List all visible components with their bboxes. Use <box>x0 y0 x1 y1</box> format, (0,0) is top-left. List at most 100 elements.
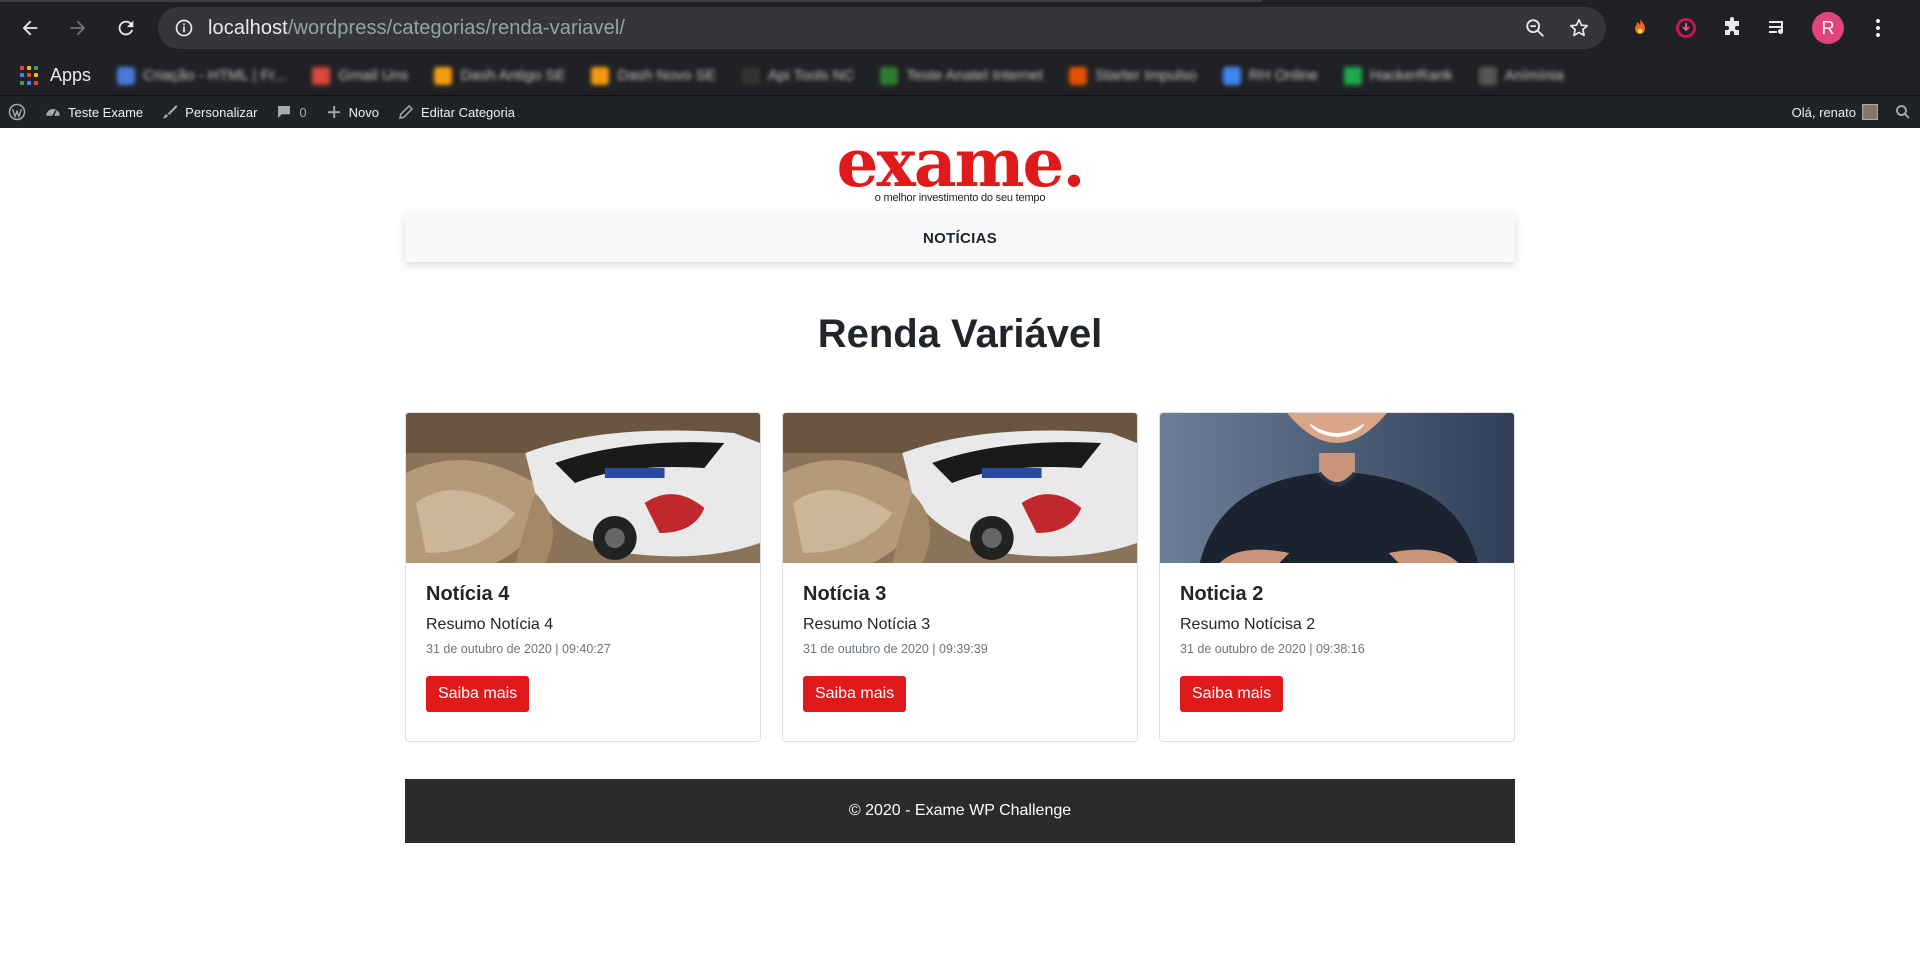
bookmark-item[interactable]: Dash Novo SE <box>591 66 716 85</box>
bookmark-apps-label: Apps <box>50 65 92 85</box>
bookmark-favicon-icon <box>591 66 610 85</box>
bookmark-label: Api Tools NC <box>767 67 855 84</box>
arrow-right-icon <box>70 20 86 36</box>
post-card: Noticia 2 Resumo Notícisa 2 31 de outubro … <box>1159 412 1515 742</box>
post-summary: Resumo Notícia 4 <box>426 616 554 633</box>
post-card-body: Noticia 2 Resumo Notícisa 2 31 de outubro … <box>1160 563 1514 732</box>
category-title: Renda Variável <box>817 312 1103 356</box>
post-card-body: Notícia 3 Resumo Notícia 3 31 de outubro d… <box>783 563 1137 732</box>
brush-icon <box>163 105 178 119</box>
extensions-area: R <box>1628 12 1890 44</box>
bookmark-favicon-icon <box>1344 66 1362 85</box>
bookmark-item[interactable]: Gmail Uns <box>312 66 409 85</box>
url-path: /wordpress/categorias/renda-variavel/ <box>287 16 626 39</box>
footer-copyright: © 2020 - Exame WP Challenge <box>848 802 1072 819</box>
bookmark-label: Criação - HTML | Fr... <box>143 67 287 84</box>
wp-logo-menu[interactable] <box>8 103 26 121</box>
browser-toolbar: localhost/wordpress/categorias/renda-var… <box>0 0 1920 56</box>
bookmark-favicon-icon <box>741 66 760 85</box>
comments-count: 0 <box>299 104 307 120</box>
bookmark-item[interactable]: RH Online <box>1222 66 1318 85</box>
bookmark-item[interactable]: HackerRank <box>1344 66 1453 85</box>
post-card: Notícia 3 Resumo Notícia 3 31 de outubro d… <box>782 412 1138 742</box>
adminbar-my-account[interactable]: Olá, renato <box>1792 104 1878 120</box>
post-thumbnail[interactable] <box>406 413 760 563</box>
bookmark-item[interactable]: Criação - HTML | Fr... <box>117 66 287 85</box>
puzzle-extensions-icon[interactable] <box>1720 16 1744 40</box>
bookmark-favicon-icon <box>880 66 899 85</box>
site-header: exame. o melhor investimento do seu temp… <box>0 128 1920 214</box>
site-footer: © 2020 - Exame WP Challenge <box>405 779 1515 843</box>
read-more-button[interactable]: Saiba mais <box>1180 676 1284 712</box>
kebab-menu-icon[interactable] <box>1866 16 1890 40</box>
read-more-button[interactable]: Saiba mais <box>426 676 530 712</box>
bookmark-item[interactable]: Starter Impulso <box>1069 66 1197 85</box>
bookmark-label: Teste Anatel Internet <box>906 67 1044 84</box>
post-thumbnail[interactable] <box>1160 413 1514 563</box>
bookmark-favicon-icon <box>1478 66 1497 85</box>
url-host: localhost <box>208 16 288 39</box>
dashboard-icon <box>46 109 60 117</box>
post-date: 31 de outubro de 2020 | 09:39:39 <box>803 642 988 656</box>
post-summary: Resumo Notícisa 2 <box>1180 616 1316 633</box>
bookmark-favicon-icon <box>312 66 331 85</box>
site-logo[interactable]: exame. <box>0 130 1920 196</box>
reload-icon <box>118 20 134 36</box>
post-thumbnail[interactable] <box>783 413 1137 563</box>
bookmark-favicon-icon <box>117 66 136 85</box>
read-more-button[interactable]: Saiba mais <box>803 676 907 712</box>
greeting-label: Olá, renato <box>1791 104 1856 120</box>
site-name-label: Teste Exame <box>68 104 144 120</box>
reload-button[interactable] <box>106 8 146 48</box>
plus-icon <box>327 106 340 118</box>
post-date: 31 de outubro de 2020 | 09:38:16 <box>1180 642 1365 656</box>
edit-category-label: Editar Categoria <box>421 104 515 120</box>
post-grid: Notícia 4 Resumo Notícia 4 31 de outubro d… <box>405 412 1515 742</box>
arrow-left-icon <box>22 20 38 36</box>
main-navigation: NOTÍCIAS <box>405 214 1515 262</box>
tab-strip-line <box>0 0 1262 2</box>
star-icon[interactable] <box>1568 17 1590 39</box>
bookmark-favicon-icon <box>1222 66 1241 85</box>
nav-item-noticias[interactable]: NOTÍCIAS <box>923 230 997 247</box>
bookmark-item[interactable]: Dash Antigo SE <box>434 66 566 85</box>
adminbar-comments[interactable]: 0 <box>275 103 307 121</box>
pencil-icon <box>399 104 414 119</box>
bookmark-list: Criação - HTML | Fr... Gmail Uns Dash Anti… <box>117 66 1564 85</box>
adminbar-site-name[interactable]: Teste Exame <box>44 103 143 121</box>
profile-avatar[interactable]: R <box>1812 12 1844 44</box>
new-label: Novo <box>348 104 380 120</box>
adminbar-edit-category[interactable]: Editar Categoria <box>397 103 515 121</box>
user-avatar <box>1862 104 1878 120</box>
post-card-body: Notícia 4 Resumo Notícia 4 31 de outubro d… <box>406 563 760 732</box>
bookmark-label: Starter Impulso <box>1095 67 1197 84</box>
post-card: Notícia 4 Resumo Notícia 4 31 de outubro d… <box>405 412 761 742</box>
post-title[interactable]: Notícia 3 <box>803 583 1117 606</box>
customize-label: Personalizar <box>185 104 258 120</box>
bookmark-label: Dash Novo SE <box>617 67 716 84</box>
post-date: 31 de outubro de 2020 | 09:40:27 <box>426 642 611 656</box>
adminbar-new[interactable]: Novo <box>325 103 379 121</box>
download-extension-icon[interactable] <box>1674 16 1698 40</box>
bookmark-item[interactable]: Api Tools NC <box>741 66 855 85</box>
post-title[interactable]: Notícia 4 <box>426 583 740 606</box>
zoom-out-icon[interactable] <box>1524 17 1546 39</box>
bookmark-favicon-icon <box>434 66 453 85</box>
adminbar-customize[interactable]: Personalizar <box>161 103 257 121</box>
bookmark-label: Dash Antigo SE <box>460 67 566 84</box>
fire-extension-icon[interactable] <box>1628 16 1652 40</box>
bookmark-apps[interactable]: Apps <box>20 65 91 86</box>
search-icon[interactable] <box>1894 103 1912 121</box>
bookmark-item[interactable]: Teste Anatel Internet <box>880 66 1044 85</box>
omnibox-actions <box>1524 17 1590 39</box>
bookmark-label: Gmail Uns <box>338 67 409 84</box>
bookmark-label: Anímínia <box>1504 67 1564 84</box>
back-button[interactable] <box>10 8 50 48</box>
post-title[interactable]: Noticia 2 <box>1180 583 1494 606</box>
forward-button[interactable] <box>58 8 98 48</box>
media-control-icon[interactable] <box>1766 16 1790 40</box>
bookmark-favicon-icon <box>1069 66 1088 85</box>
apps-grid-icon <box>20 65 40 86</box>
bookmark-item[interactable]: Anímínia <box>1478 66 1564 85</box>
address-bar[interactable]: localhost/wordpress/categorias/renda-var… <box>158 7 1606 49</box>
